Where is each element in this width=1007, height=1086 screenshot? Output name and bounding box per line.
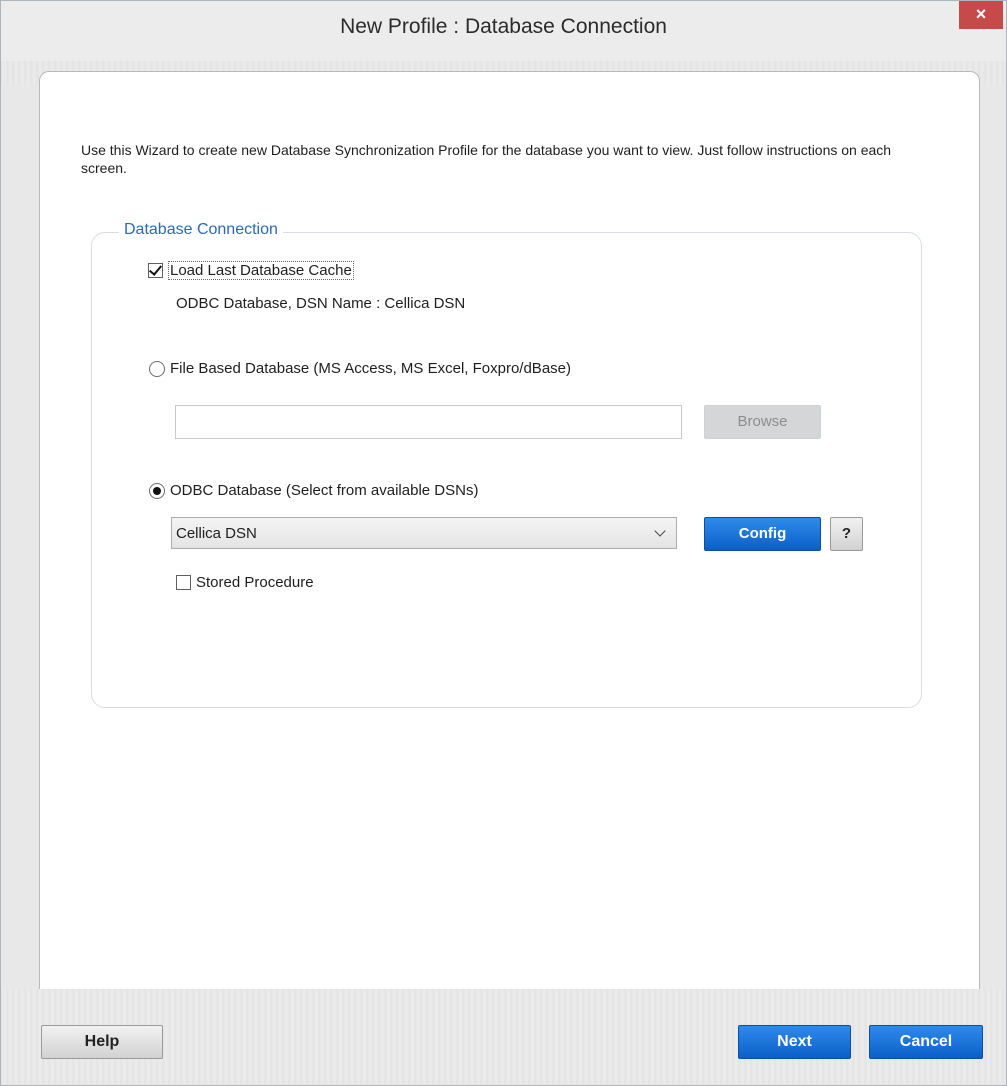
odbc-label: ODBC Database (Select from available DSN…	[170, 482, 479, 499]
load-cache-checkbox-row[interactable]: Load Last Database Cache	[148, 261, 354, 280]
chevron-down-icon	[654, 525, 666, 537]
intro-text: Use this Wizard to create new Database S…	[81, 142, 892, 176]
file-based-label: File Based Database (MS Access, MS Excel…	[170, 360, 571, 377]
window-title: New Profile : Database Connection	[340, 15, 667, 38]
dsn-select-value: Cellica DSN	[176, 525, 257, 542]
dsn-select[interactable]: Cellica DSN	[171, 517, 677, 549]
file-based-radio-row[interactable]: File Based Database (MS Access, MS Excel…	[149, 360, 571, 377]
file-based-radio[interactable]	[149, 360, 165, 377]
load-cache-checkbox[interactable]	[148, 263, 163, 278]
odbc-radio-row[interactable]: ODBC Database (Select from available DSN…	[149, 482, 478, 499]
dialog-window: New Profile : Database Connection × Use …	[0, 0, 1007, 1086]
odbc-radio[interactable]	[149, 482, 165, 499]
title-bar: New Profile : Database Connection ×	[1, 1, 1006, 61]
help-button[interactable]: Help	[41, 1025, 163, 1059]
stored-procedure-label: Stored Procedure	[196, 574, 314, 591]
group-title: Database Connection	[119, 221, 283, 239]
cancel-button[interactable]: Cancel	[869, 1025, 983, 1059]
stored-procedure-row[interactable]: Stored Procedure	[176, 574, 314, 591]
browse-button[interactable]: Browse	[704, 405, 821, 439]
close-button[interactable]: ×	[959, 1, 1003, 29]
file-path-input[interactable]	[175, 405, 682, 439]
load-cache-label: Load Last Database Cache	[168, 261, 354, 280]
cache-info-text: ODBC Database, DSN Name : Cellica DSN	[176, 295, 466, 312]
next-button[interactable]: Next	[738, 1025, 851, 1059]
stored-procedure-checkbox[interactable]	[176, 575, 191, 590]
dsn-help-button[interactable]: ?	[830, 517, 863, 551]
config-button[interactable]: Config	[704, 517, 821, 551]
